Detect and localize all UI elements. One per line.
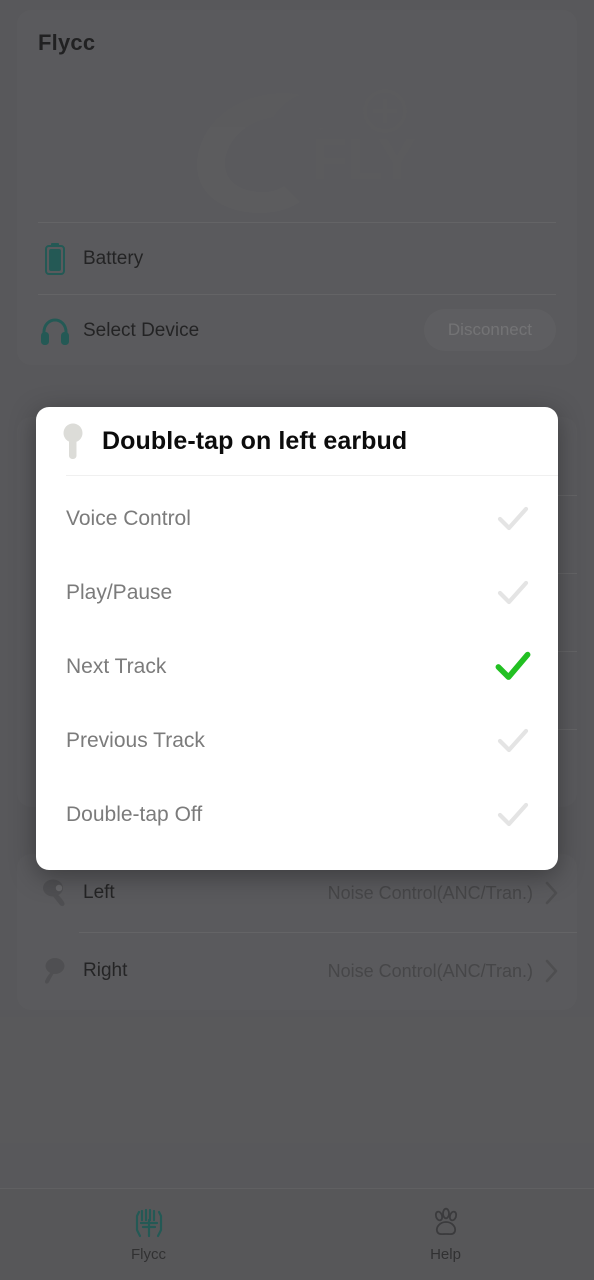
check-icon [494,502,532,536]
option-label: Play/Pause [66,581,173,604]
option-label: Voice Control [66,507,191,530]
earbud-left-icon [58,423,88,461]
dialog-title: Double-tap on left earbud [102,427,408,455]
dialog-header: Double-tap on left earbud [36,407,558,476]
check-icon [494,576,532,610]
check-icon [494,798,532,832]
app-root: Flycc FLY Battery Select Device Disconne… [0,0,594,1280]
dialog-option-next-track[interactable]: Next Track [36,630,558,704]
dialog-option-list: Voice Control Play/Pause Next Track Prev… [36,476,558,870]
option-label: Previous Track [66,729,205,752]
dialog-option-previous-track[interactable]: Previous Track [36,704,558,778]
option-label: Next Track [66,655,167,678]
check-icon [494,724,532,758]
check-icon-selected [494,650,532,684]
dialog-option-double-tap-off[interactable]: Double-tap Off [36,778,558,852]
dialog-option-play-pause[interactable]: Play/Pause [36,556,558,630]
dialog-option-voice-control[interactable]: Voice Control [36,482,558,556]
double-tap-dialog: Double-tap on left earbud Voice Control … [36,407,558,870]
option-label: Double-tap Off [66,803,203,826]
